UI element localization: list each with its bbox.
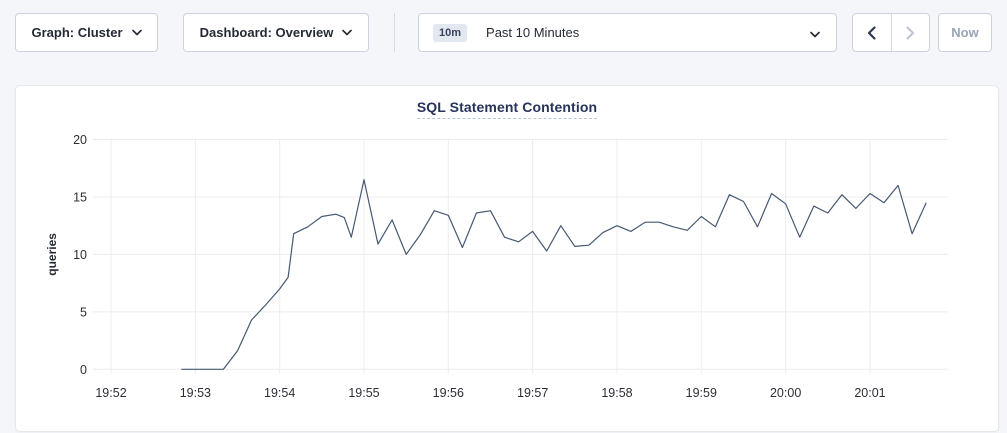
x-tick-label: 19:54 [264, 386, 295, 400]
chevron-left-icon [867, 26, 876, 40]
x-tick-label: 19:55 [348, 386, 379, 400]
x-tick-label: 20:01 [854, 386, 885, 400]
time-range-badge: 10m [433, 24, 467, 42]
y-axis-label: queries [45, 233, 59, 276]
now-button[interactable]: Now [938, 13, 992, 52]
previous-timeframe-button[interactable] [853, 14, 892, 51]
graph-dropdown[interactable]: Graph: Cluster [15, 13, 158, 52]
x-tick-label: 19:58 [601, 386, 632, 400]
chevron-right-icon [906, 26, 915, 40]
next-timeframe-button[interactable] [892, 14, 930, 51]
chevron-down-icon [810, 31, 820, 38]
y-tick-label: 5 [80, 305, 87, 319]
chevron-down-icon [132, 29, 142, 36]
chart-title-wrap: SQL Statement Contention [16, 99, 998, 117]
data-series-line [181, 180, 926, 370]
y-tick-label: 20 [73, 133, 87, 147]
chart-panel: 0 5 10 15 20 19:52 19:53 19:54 19:55 19:56 19:57 19… [15, 85, 999, 432]
y-tick-label: 0 [80, 363, 87, 377]
x-tick-label: 19:59 [686, 386, 717, 400]
y-tick-label: 10 [73, 248, 87, 262]
x-tick-label: 20:00 [770, 386, 801, 400]
now-button-label: Now [951, 25, 978, 40]
time-range-selector[interactable]: 10m Past 10 Minutes [418, 13, 837, 52]
x-tick-label: 19:52 [95, 386, 126, 400]
x-tick-label: 19:57 [517, 386, 548, 400]
dashboard-dropdown[interactable]: Dashboard: Overview [183, 13, 369, 52]
y-tick-label: 15 [73, 190, 87, 204]
x-tick-label: 19:56 [433, 386, 464, 400]
dashboard-dropdown-label: Dashboard: Overview [200, 25, 334, 40]
graph-dropdown-label: Graph: Cluster [31, 25, 122, 40]
chart-title[interactable]: SQL Statement Contention [417, 99, 597, 119]
chevron-down-icon [342, 29, 352, 36]
time-range-label: Past 10 Minutes [486, 25, 579, 40]
sql-contention-chart[interactable]: 0 5 10 15 20 19:52 19:53 19:54 19:55 19:56 19:57 19… [16, 86, 1000, 433]
time-step-button-group [852, 13, 930, 52]
x-tick-label: 19:53 [180, 386, 211, 400]
toolbar-divider [394, 13, 395, 52]
